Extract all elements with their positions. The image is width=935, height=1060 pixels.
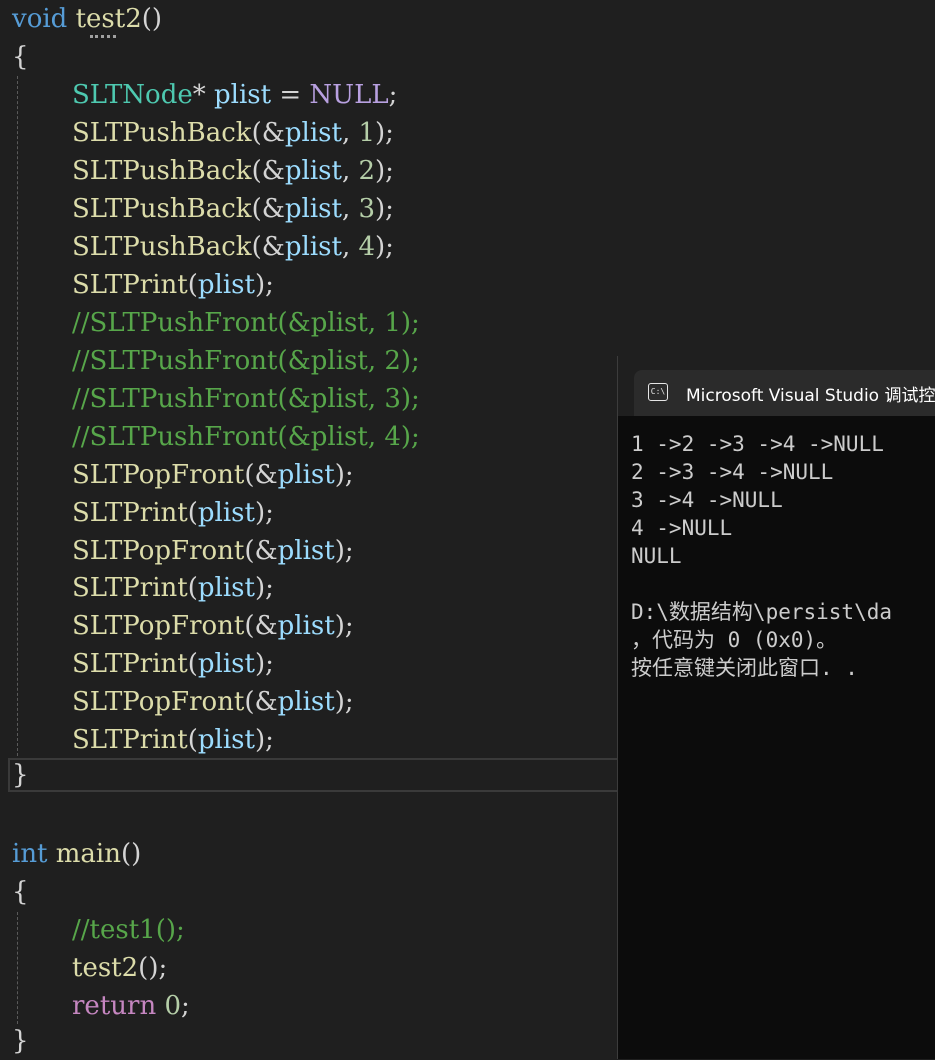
code-line: return 0; — [72, 991, 190, 1021]
code-comment: //SLTPushFront(&plist, 4); — [72, 422, 420, 452]
code-line: SLTPushBack(&plist, 1); — [72, 118, 394, 148]
console-output: 1 ->2 ->3 ->4 ->NULL 2 ->3 ->4 ->NULL 3 … — [631, 430, 935, 682]
code-line: SLTPrint(plist); — [72, 498, 274, 528]
code-line: SLTPrint(plist); — [72, 725, 274, 755]
code-line: } — [12, 1026, 29, 1056]
console-line: 4 ->NULL — [631, 516, 733, 540]
code-line: int main() — [12, 839, 142, 869]
code-line: SLTPopFront(&plist); — [72, 536, 354, 566]
console-title: Microsoft Visual Studio 调试控 — [686, 386, 935, 406]
code-line: SLTNode* plist = NULL; — [72, 80, 398, 110]
code-line: { — [12, 42, 29, 72]
console-line: 3 ->4 ->NULL — [631, 488, 783, 512]
code-line: SLTPopFront(&plist); — [72, 611, 354, 641]
console-tab[interactable]: C:\ Microsoft Visual Studio 调试控 — [634, 370, 935, 416]
code-line: SLTPushBack(&plist, 4); — [72, 232, 394, 262]
terminal-icon: C:\ — [648, 383, 668, 401]
console-titlebar[interactable]: C:\ Microsoft Visual Studio 调试控 — [618, 356, 935, 416]
debug-console-window[interactable]: C:\ Microsoft Visual Studio 调试控 1 ->2 ->… — [617, 356, 935, 1059]
console-line: NULL — [631, 544, 682, 568]
console-line: 按任意键关闭此窗口. . — [631, 656, 858, 680]
console-line: D:\数据结构\persist\da — [631, 600, 893, 624]
code-line: SLTPrint(plist); — [72, 573, 274, 603]
code-line: SLTPopFront(&plist); — [72, 687, 354, 717]
code-line: SLTPrint(plist); — [72, 270, 274, 300]
code-comment: //SLTPushFront(&plist, 3); — [72, 384, 420, 414]
code-comment: //test1(); — [72, 915, 185, 945]
code-line: test2(); — [72, 953, 168, 983]
current-line-highlight — [8, 758, 623, 792]
code-line: SLTPopFront(&plist); — [72, 460, 354, 490]
code-comment: //SLTPushFront(&plist, 2); — [72, 346, 420, 376]
code-line: } — [12, 760, 29, 790]
console-line: 1 ->2 ->3 ->4 ->NULL — [631, 432, 884, 456]
code-line: void test2() — [12, 4, 163, 34]
code-line: SLTPushBack(&plist, 3); — [72, 194, 394, 224]
code-comment: //SLTPushFront(&plist, 1); — [72, 308, 420, 338]
code-line: { — [12, 877, 29, 907]
console-line: 2 ->3 ->4 ->NULL — [631, 460, 834, 484]
code-line: SLTPushBack(&plist, 2); — [72, 156, 394, 186]
code-line: SLTPrint(plist); — [72, 649, 274, 679]
console-line: ，代码为 0 (0x0)。 — [631, 628, 838, 652]
